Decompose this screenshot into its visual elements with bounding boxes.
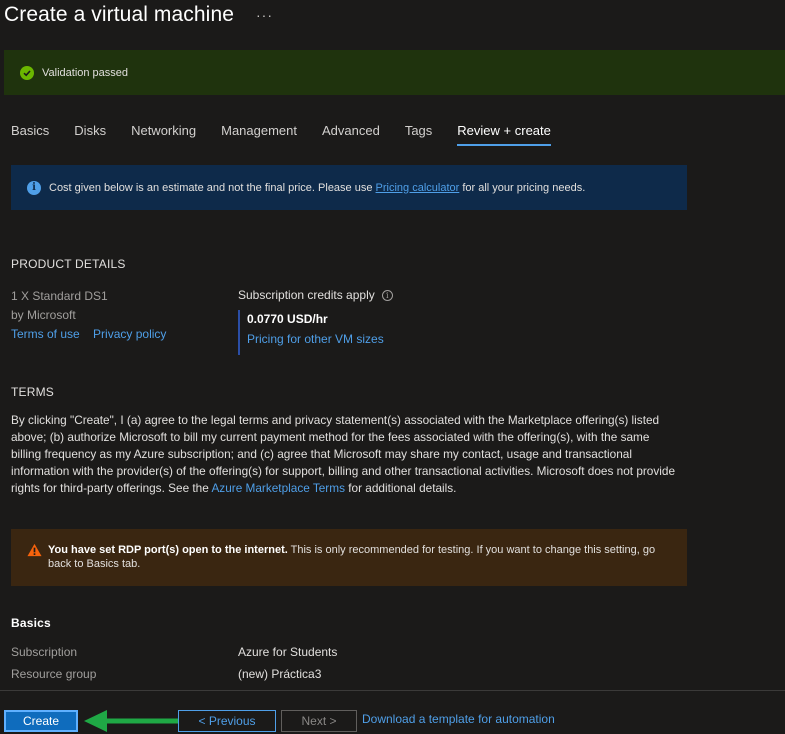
product-name: 1 X Standard DS1 — [11, 289, 108, 303]
summary-row-resource-group: Resource group (new) Práctica3 — [11, 665, 511, 683]
hourly-price: 0.0770 USD/hr — [247, 312, 328, 326]
cost-info-text: Cost given below is an estimate and not … — [49, 182, 585, 194]
download-template-link[interactable]: Download a template for automation — [362, 712, 555, 726]
footer-divider — [0, 690, 785, 691]
tab-disks[interactable]: Disks — [74, 116, 106, 146]
price-block: 0.0770 USD/hr Pricing for other VM sizes — [238, 310, 393, 355]
checkmark-icon — [20, 65, 34, 80]
privacy-policy-link[interactable]: Privacy policy — [93, 327, 166, 341]
tab-advanced[interactable]: Advanced — [322, 116, 380, 146]
product-publisher: by Microsoft — [11, 308, 76, 322]
pricing-other-sizes-link[interactable]: Pricing for other VM sizes — [247, 328, 393, 350]
product-links: Terms of use Privacy policy — [11, 325, 176, 344]
credits-label-text: Subscription credits apply — [238, 288, 375, 302]
tab-tags[interactable]: Tags — [405, 116, 432, 146]
credits-label: Subscription credits apply i — [238, 287, 393, 304]
pricing-calculator-link[interactable]: Pricing calculator — [376, 182, 460, 194]
warning-text: You have set RDP port(s) open to the int… — [48, 543, 671, 586]
tab-review-create[interactable]: Review + create — [457, 116, 551, 146]
basics-heading: Basics — [11, 616, 51, 630]
annotation-arrow-icon — [84, 710, 181, 732]
page-header: Create a virtual machine ··· — [4, 0, 273, 30]
cost-info-text-after: for all your pricing needs. — [459, 181, 586, 194]
tab-networking[interactable]: Networking — [131, 116, 196, 146]
create-button[interactable]: Create — [3, 709, 79, 733]
tab-bar: Basics Disks Networking Management Advan… — [11, 116, 576, 146]
tab-management[interactable]: Management — [221, 116, 297, 146]
summary-row-subscription: Subscription Azure for Students — [11, 643, 511, 661]
summary-value: (new) Práctica3 — [238, 667, 322, 681]
summary-value: Azure for Students — [238, 645, 338, 659]
azure-marketplace-terms-link[interactable]: Azure Marketplace Terms — [211, 481, 345, 495]
summary-key: Subscription — [11, 645, 78, 659]
previous-button[interactable]: < Previous — [178, 710, 276, 732]
page-title: Create a virtual machine — [4, 3, 235, 26]
terms-of-use-link[interactable]: Terms of use — [11, 327, 80, 341]
terms-body-after: for additional details. — [344, 481, 457, 495]
cost-info-text-before: Cost given below is an estimate and not … — [49, 181, 376, 194]
tab-basics[interactable]: Basics — [11, 116, 49, 146]
validation-text: Validation passed — [42, 66, 129, 79]
product-details-heading: PRODUCT DETAILS — [11, 257, 126, 271]
terms-body: By clicking "Create", I (a) agree to the… — [11, 412, 676, 497]
more-options-button[interactable]: ··· — [256, 7, 273, 23]
summary-key: Resource group — [11, 667, 97, 681]
warning-bold-text: You have set RDP port(s) open to the int… — [48, 544, 288, 556]
terms-heading: TERMS — [11, 385, 54, 399]
next-button[interactable]: Next > — [281, 710, 357, 732]
warning-icon — [27, 543, 42, 557]
rdp-warning-banner: You have set RDP port(s) open to the int… — [11, 529, 687, 586]
validation-banner: Validation passed — [4, 50, 785, 95]
pricing-info: Subscription credits apply i 0.0770 USD/… — [238, 287, 393, 355]
info-icon[interactable]: i — [381, 290, 393, 301]
product-info: 1 X Standard DS1 by Microsoft Terms of u… — [11, 287, 176, 344]
info-icon: i — [27, 180, 41, 195]
cost-info-banner: i Cost given below is an estimate and no… — [11, 165, 687, 210]
